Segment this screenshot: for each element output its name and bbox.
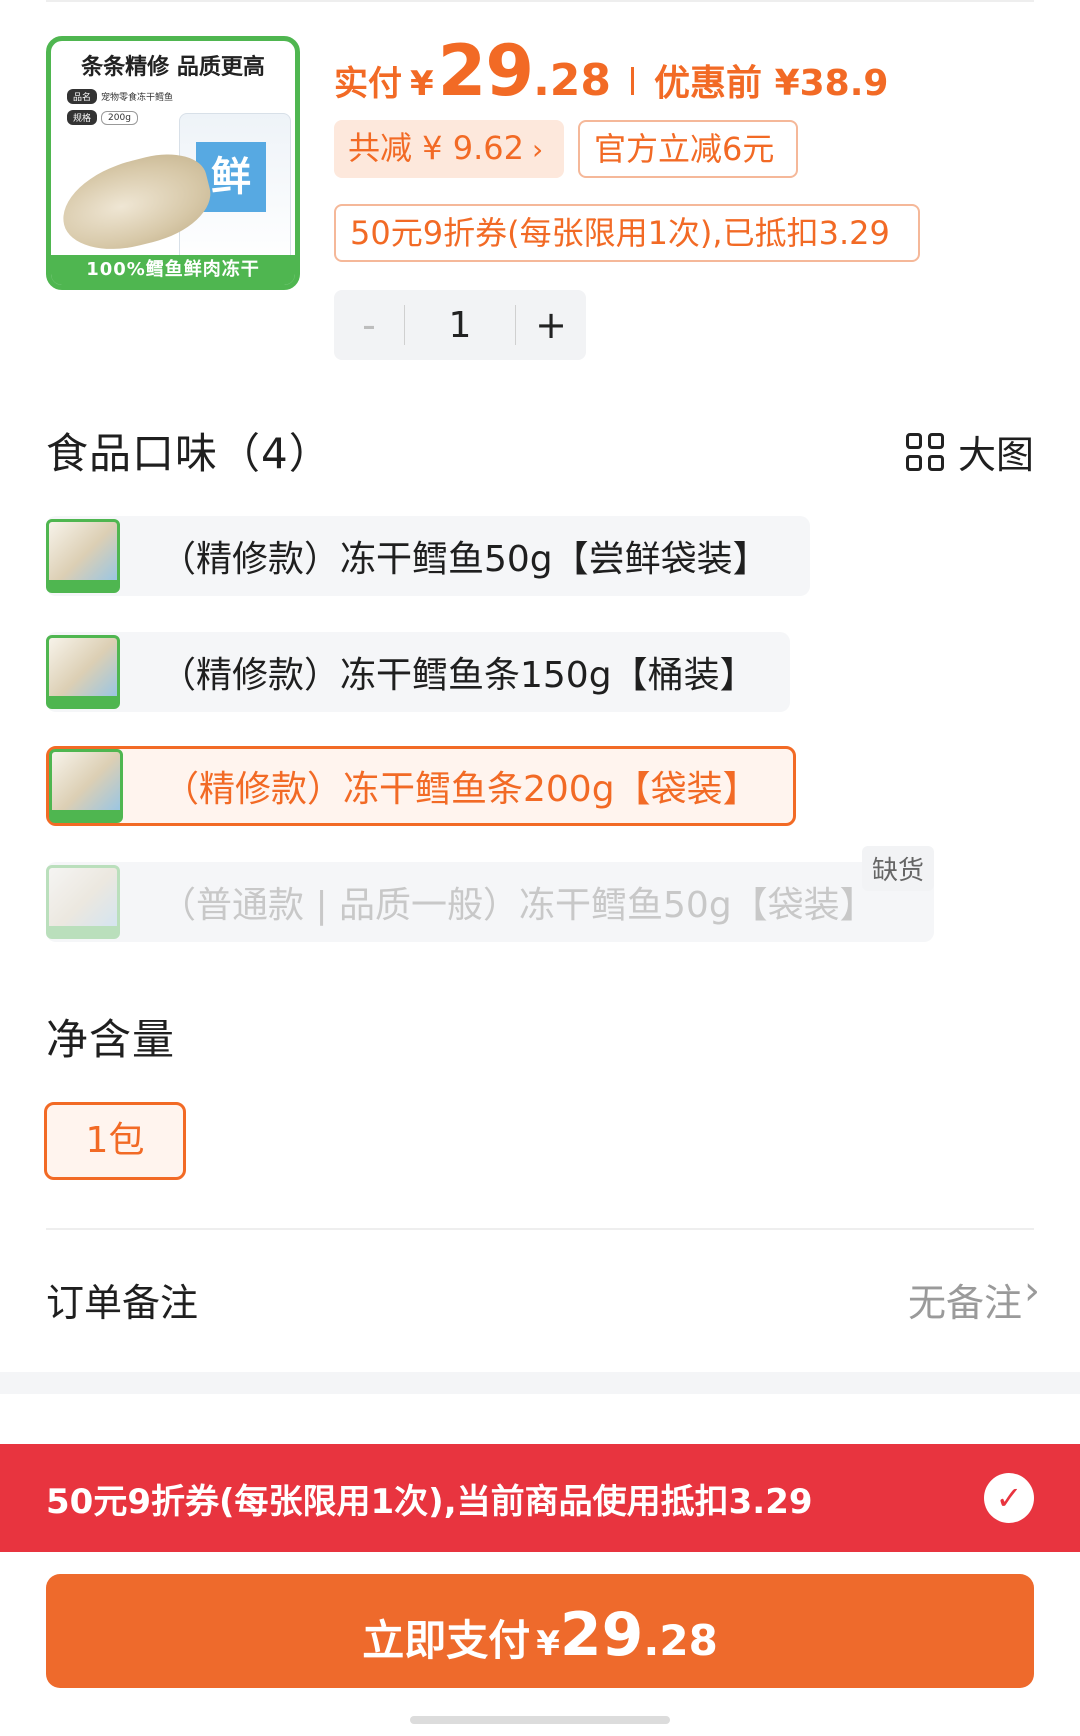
grid-icon (905, 432, 944, 471)
net-content-title: 净含量 (46, 1015, 176, 1064)
pay-now-button[interactable]: 立即支付 ¥ 29 .28 (46, 1574, 1034, 1688)
total-discount-chip[interactable]: 共减 ¥ 9.62 › (334, 120, 564, 178)
flavor-section-title: 食品口味（4） (46, 429, 332, 478)
thumb-tag-name: 品名 宠物零食冻干鳕鱼 (67, 89, 173, 104)
flavor-option-selected[interactable]: （精修款）冻干鳕鱼条200g【袋装】 (46, 746, 796, 826)
coupon-applied-chip: 50元9折券(每张限用1次),已抵扣3.29 (334, 204, 920, 262)
thumb-tag-value: 宠物零食冻干鳕鱼 (101, 93, 174, 103)
thumb-tag-value: 200g (101, 110, 138, 125)
thumb-tags: 品名 宠物零食冻干鳕鱼 规格 200g (67, 89, 173, 125)
top-divider (46, 0, 1034, 2)
sold-out-badge: 缺货 (861, 846, 934, 891)
official-discount-chip: 官方立减6元 (578, 120, 798, 178)
home-indicator (410, 1716, 670, 1724)
chevron-right-icon: › (531, 133, 544, 166)
total-discount-label: 共减 ¥ 9.62 (348, 129, 524, 167)
thumb-title: 条条精修 品质更高 (81, 55, 265, 80)
quantity-value[interactable]: 1 (405, 305, 515, 346)
flavor-option-label: （精修款）冻干鳕鱼50g【尝鲜袋装】 (160, 539, 769, 580)
flavor-option-disabled: （普通款 | 品质一般）冻干鳕鱼50g【袋装】 缺货 (46, 846, 934, 942)
flavor-option-label: （精修款）冻干鳕鱼条200g【袋装】 (163, 769, 759, 810)
order-remark-value[interactable]: 无备注 (908, 1272, 1022, 1327)
paid-decimal: .28 (533, 55, 612, 106)
flavor-option[interactable]: （精修款）冻干鳕鱼条150g【桶装】 (46, 632, 790, 712)
thumb-footer: 100%鳕鱼鲜肉冻干 (51, 255, 295, 285)
coupon-bar-text: 50元9折券(每张限用1次),当前商品使用抵扣3.29 (46, 1481, 813, 1522)
order-remark-label[interactable]: 订单备注 (46, 1272, 198, 1327)
flavor-option[interactable]: （精修款）冻干鳕鱼50g【尝鲜袋装】 (46, 516, 810, 596)
thumb-tag-key: 规格 (67, 110, 98, 125)
flavor-option-label: （普通款 | 品质一般）冻干鳕鱼50g【袋装】 (160, 885, 876, 926)
paid-label: 实付 (334, 64, 402, 104)
pay-label: 立即支付 (362, 1616, 531, 1665)
check-circle-icon[interactable]: ✓ (984, 1473, 1034, 1523)
big-view-toggle[interactable]: 大图 (905, 424, 1034, 479)
section-gap (0, 1372, 1080, 1394)
increment-button[interactable]: + (516, 290, 586, 360)
pay-currency: ¥ (536, 1624, 560, 1664)
section-divider (46, 1228, 1034, 1230)
paid-currency: ¥ (410, 64, 434, 104)
quantity-stepper: - 1 + (334, 290, 586, 360)
flavor-option-thumb (46, 635, 120, 709)
chevron-right-icon[interactable]: › (1024, 1268, 1040, 1314)
coupon-bar[interactable]: 50元9折券(每张限用1次),当前商品使用抵扣3.29 ✓ (0, 1444, 1080, 1552)
flavor-option-thumb (46, 865, 120, 939)
price-row: 实付 ¥ 29 .28 优惠前 ¥38.9 (334, 30, 889, 112)
flavor-option-thumb (46, 519, 120, 593)
pay-integer: 29 (559, 1600, 644, 1670)
checkout-sheet: 条条精修 品质更高 品名 宠物零食冻干鳕鱼 规格 200g 鲜 100%鳕鱼鲜肉… (0, 0, 1080, 1736)
price-separator (631, 67, 635, 95)
big-view-label: 大图 (957, 433, 1034, 477)
thumb-tag-key: 品名 (67, 89, 98, 104)
flavor-option-label: （精修款）冻干鳕鱼条150g【桶装】 (160, 655, 756, 696)
pay-decimal: .28 (643, 1616, 718, 1665)
thumb-tag-spec: 规格 200g (67, 110, 173, 125)
flavor-option-thumb (49, 749, 123, 823)
paid-integer: 29 (437, 30, 534, 112)
original-price: 优惠前 ¥38.9 (654, 63, 889, 104)
decrement-button[interactable]: - (334, 290, 404, 360)
net-content-option[interactable]: 1包 (44, 1102, 186, 1180)
pay-area: 立即支付 ¥ 29 .28 (0, 1552, 1080, 1736)
product-image[interactable]: 条条精修 品质更高 品名 宠物零食冻干鳕鱼 规格 200g 鲜 100%鳕鱼鲜肉… (46, 36, 300, 290)
